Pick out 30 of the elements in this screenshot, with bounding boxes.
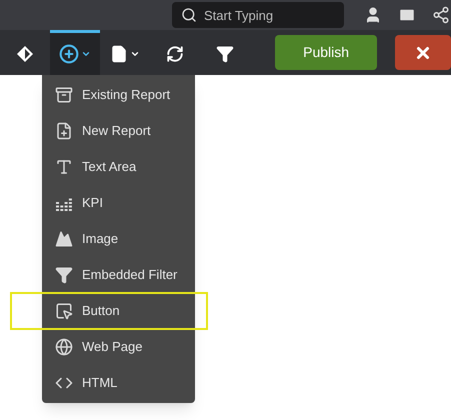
diamond-icon	[16, 45, 34, 63]
filter-icon	[216, 45, 234, 63]
toolbar-button[interactable]	[50, 30, 100, 75]
search-icon	[181, 7, 197, 23]
file-plus-icon	[55, 122, 73, 140]
refresh-icon	[166, 45, 184, 63]
globe-icon	[55, 338, 73, 356]
pointer-icon	[55, 302, 73, 320]
menu-item[interactable]: Web Page	[42, 329, 195, 365]
menu-item[interactable]: Embedded Filter	[42, 257, 195, 293]
menu-item[interactable]: KPI	[42, 185, 195, 221]
archive-icon	[55, 86, 73, 104]
close-button[interactable]	[395, 35, 451, 70]
file-icon	[110, 45, 128, 63]
menu-item[interactable]: HTML	[42, 365, 195, 401]
image-icon	[55, 230, 73, 248]
search-field[interactable]: Start Typing	[172, 2, 344, 28]
menu-item[interactable]: Existing Report	[42, 77, 195, 113]
user-icon[interactable]	[364, 6, 382, 24]
menu-item[interactable]: Text Area	[42, 149, 195, 185]
share-icon[interactable]	[432, 6, 450, 24]
publish-button[interactable]: Publish	[275, 35, 378, 70]
caret-icon	[130, 49, 140, 59]
filter-icon	[55, 266, 73, 284]
menu-item[interactable]: Button	[42, 293, 195, 329]
menu-item[interactable]: Image	[42, 221, 195, 257]
text-icon	[55, 158, 73, 176]
menu-item[interactable]: New Report	[42, 113, 195, 149]
plus-circle-icon	[59, 44, 80, 64]
caret-icon	[81, 49, 92, 59]
